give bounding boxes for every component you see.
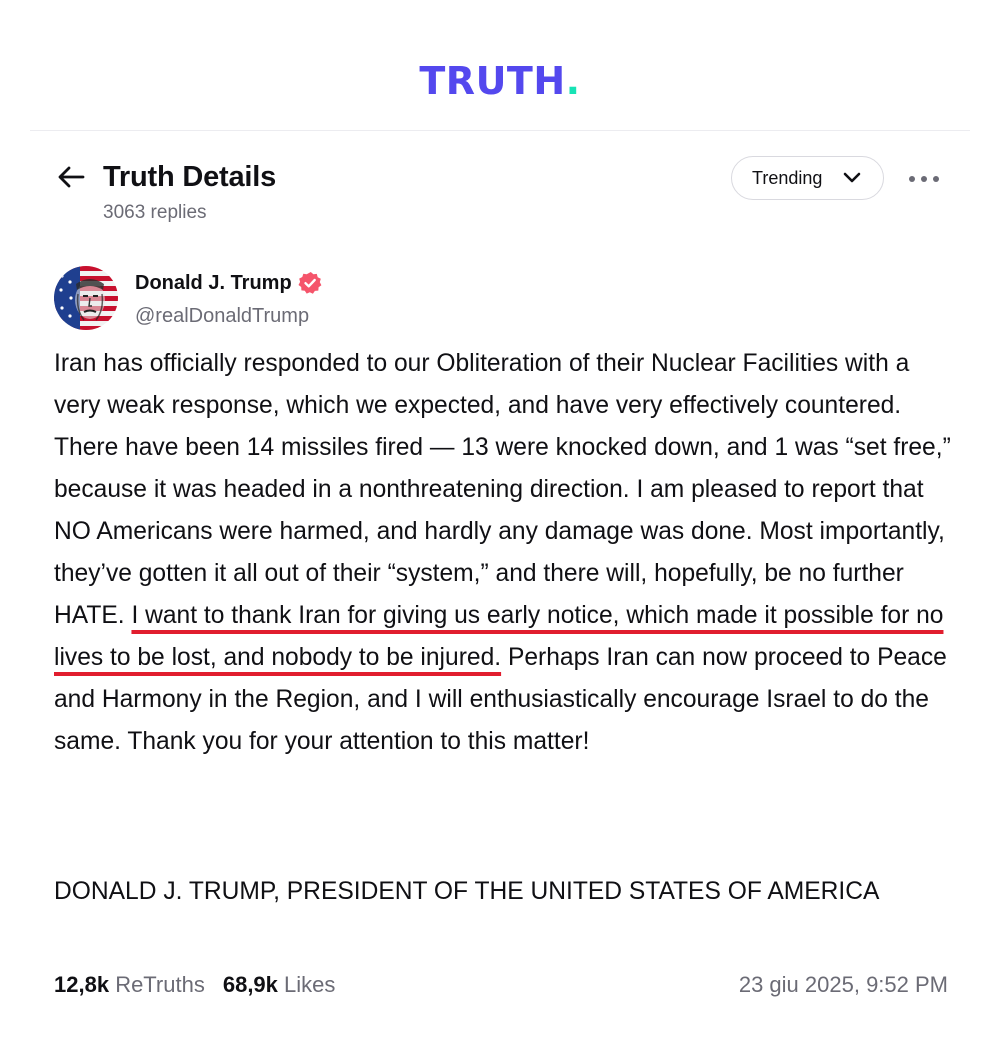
replies-count: 3063 replies [103,202,207,223]
post-timestamp: 23 giu 2025, 9:52 PM [738,972,948,997]
top-divider [30,130,970,131]
author-name-text: Donald J. Trump [135,272,292,294]
retruths-label: ReTruths [115,972,205,997]
avatar-image [54,266,118,330]
retruths-stat[interactable]: 12,8k ReTruths [54,970,205,1000]
sort-dropdown[interactable]: Trending [731,156,884,200]
chevron-down-icon [843,172,861,183]
post-signature: DONALD J. TRUMP, PRESIDENT OF THE UNITED… [54,878,880,905]
author-handle[interactable]: @realDonaldTrump [135,303,309,329]
likes-count: 68,9k [222,972,278,997]
truth-logo[interactable]: TRUTH. [0,58,1000,104]
post-body-text: Iran has officially responded to our Obl… [54,350,951,629]
author-avatar[interactable] [54,266,118,330]
likes-stat[interactable]: 68,9k Likes [223,970,336,1000]
more-horizontal-icon [909,176,939,182]
logo-text: TRUTH [419,59,566,103]
author-name[interactable]: Donald J. Trump [135,270,322,296]
sort-label: Trending [752,167,823,188]
logo-dot: . [565,59,581,103]
likes-label: Likes [284,972,336,997]
page-title: Truth Details [103,161,277,193]
arrow-left-icon [58,166,85,188]
verified-badge-icon [298,272,322,294]
back-button[interactable] [54,162,88,192]
more-options-button[interactable] [905,167,943,191]
post-body: Iran has officially responded to our Obl… [54,343,954,763]
post-stats: 12,8k ReTruths 68,9k Likes [54,970,353,1000]
retruths-count: 12,8k [54,972,110,997]
